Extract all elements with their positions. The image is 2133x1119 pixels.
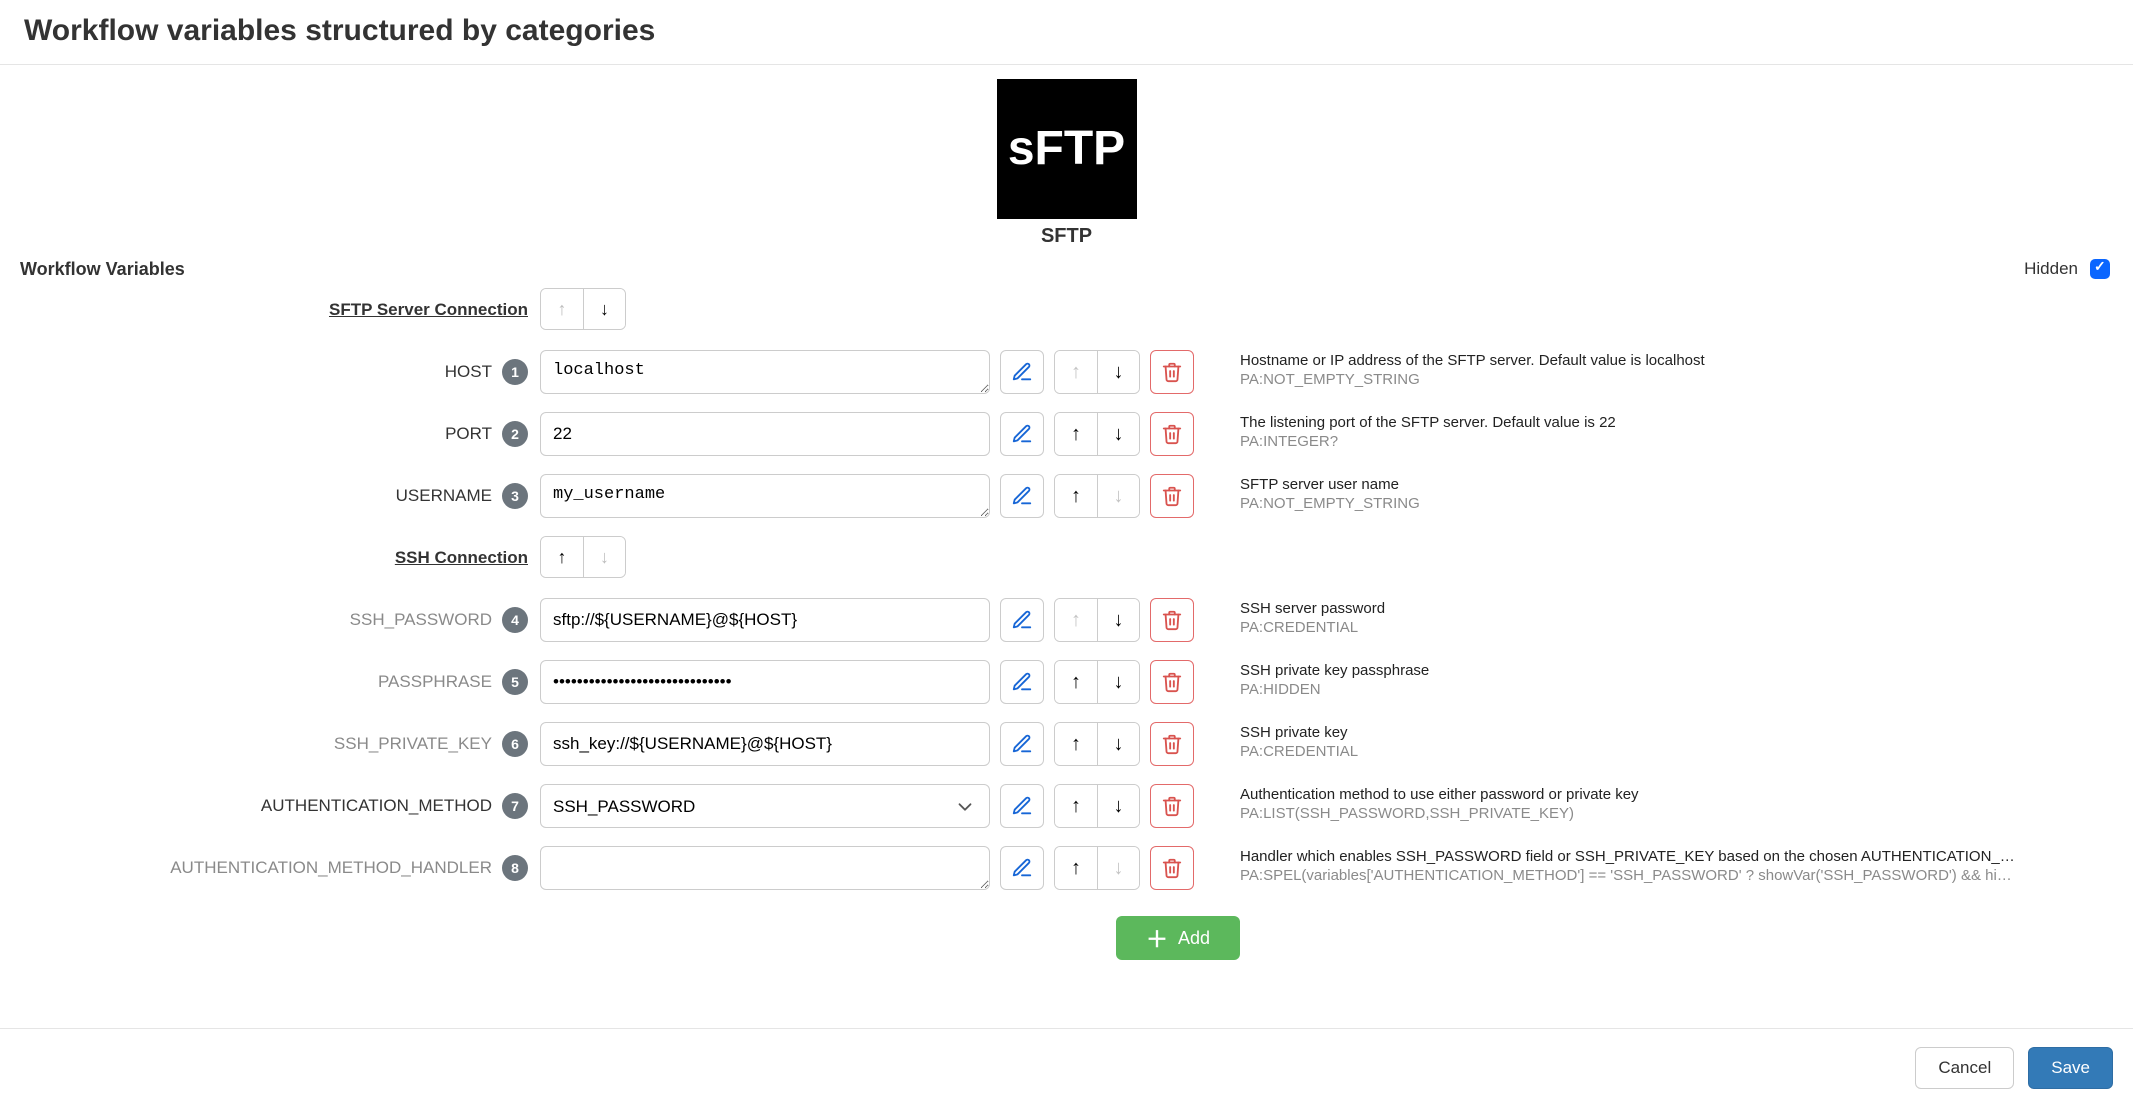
variable-label: HOST (445, 362, 492, 382)
delete-button[interactable] (1150, 722, 1194, 766)
edit-button[interactable] (1000, 784, 1044, 828)
variable-input[interactable] (540, 660, 990, 704)
variable-input[interactable] (540, 412, 990, 456)
variable-description: SSH server password (1240, 600, 2100, 617)
move-up-button[interactable]: ↑ (1055, 475, 1097, 517)
variable-meta: PA:INTEGER? (1240, 433, 2100, 450)
edit-button[interactable] (1000, 350, 1044, 394)
variable-description: SFTP server user name (1240, 476, 2100, 493)
variable-description: SSH private key passphrase (1240, 662, 2100, 679)
move-up-button[interactable]: ↑ (1055, 847, 1097, 889)
variable-index-badge: 8 (502, 855, 528, 881)
hidden-label: Hidden (2024, 259, 2078, 279)
delete-button[interactable] (1150, 598, 1194, 642)
variable-description: Handler which enables SSH_PASSWORD field… (1240, 848, 2100, 865)
edit-button[interactable] (1000, 660, 1044, 704)
move-up-button[interactable]: ↑ (1055, 723, 1097, 765)
variable-description: The listening port of the SFTP server. D… (1240, 414, 2100, 431)
move-down-button: ↓ (1097, 475, 1139, 517)
edit-button[interactable] (1000, 846, 1044, 890)
sftp-logo: sFTP (997, 79, 1137, 219)
logo-caption: SFTP (20, 225, 2113, 248)
variable-label: AUTHENTICATION_METHOD (261, 796, 492, 816)
variable-index-badge: 7 (502, 793, 528, 819)
variable-label: AUTHENTICATION_METHOD_HANDLER (170, 858, 492, 878)
edit-button[interactable] (1000, 598, 1044, 642)
variable-meta: PA:LIST(SSH_PASSWORD,SSH_PRIVATE_KEY) (1240, 805, 2100, 822)
variable-meta: PA:NOT_EMPTY_STRING (1240, 495, 2100, 512)
variable-meta: PA:SPEL(variables['AUTHENTICATION_METHOD… (1240, 867, 2100, 884)
plus-icon: ＋ (1146, 922, 1168, 954)
move-up-button[interactable]: ↑ (1055, 413, 1097, 455)
move-down-button[interactable]: ↓ (1097, 599, 1139, 641)
variable-index-badge: 2 (502, 421, 528, 447)
variable-meta: PA:CREDENTIAL (1240, 743, 2100, 760)
variable-input[interactable] (540, 846, 990, 890)
move-up-button[interactable]: ↑ (1055, 785, 1097, 827)
variable-description: Hostname or IP address of the SFTP serve… (1240, 352, 2100, 369)
group-move-down-button: ↓ (583, 537, 625, 577)
move-up-button: ↑ (1055, 351, 1097, 393)
delete-button[interactable] (1150, 660, 1194, 704)
edit-button[interactable] (1000, 722, 1044, 766)
move-down-button[interactable]: ↓ (1097, 351, 1139, 393)
variable-select[interactable]: SSH_PASSWORD (540, 784, 990, 828)
cancel-button[interactable]: Cancel (1915, 1047, 2014, 1089)
variable-label: PASSPHRASE (378, 672, 492, 692)
hidden-checkbox[interactable] (2090, 259, 2110, 279)
variable-index-badge: 4 (502, 607, 528, 633)
group-move-up-button: ↑ (541, 289, 583, 329)
move-down-button[interactable]: ↓ (1097, 413, 1139, 455)
variable-label: SSH_PRIVATE_KEY (334, 734, 492, 754)
variable-input[interactable]: localhost (540, 350, 990, 394)
variable-description: Authentication method to use either pass… (1240, 786, 2100, 803)
variable-index-badge: 5 (502, 669, 528, 695)
group-label: SSH Connection (395, 548, 528, 568)
variable-label: SSH_PASSWORD (350, 610, 492, 630)
variable-label: USERNAME (396, 486, 492, 506)
group-move-up-button[interactable]: ↑ (541, 537, 583, 577)
variable-input[interactable] (540, 722, 990, 766)
variable-label: PORT (445, 424, 492, 444)
edit-button[interactable] (1000, 412, 1044, 456)
section-label: Workflow Variables (20, 259, 185, 280)
move-down-button[interactable]: ↓ (1097, 785, 1139, 827)
move-up-button[interactable]: ↑ (1055, 661, 1097, 703)
edit-button[interactable] (1000, 474, 1044, 518)
variable-input[interactable] (540, 598, 990, 642)
save-button[interactable]: Save (2028, 1047, 2113, 1089)
move-down-button[interactable]: ↓ (1097, 661, 1139, 703)
variable-index-badge: 3 (502, 483, 528, 509)
divider (0, 64, 2133, 65)
move-up-button: ↑ (1055, 599, 1097, 641)
delete-button[interactable] (1150, 412, 1194, 456)
delete-button[interactable] (1150, 846, 1194, 890)
variable-meta: PA:HIDDEN (1240, 681, 2100, 698)
variable-description: SSH private key (1240, 724, 2100, 741)
variable-meta: PA:CREDENTIAL (1240, 619, 2100, 636)
delete-button[interactable] (1150, 350, 1194, 394)
variable-meta: PA:NOT_EMPTY_STRING (1240, 371, 2100, 388)
move-down-button: ↓ (1097, 847, 1139, 889)
group-move-down-button[interactable]: ↓ (583, 289, 625, 329)
delete-button[interactable] (1150, 474, 1194, 518)
add-button[interactable]: ＋Add (1116, 916, 1240, 960)
move-down-button[interactable]: ↓ (1097, 723, 1139, 765)
page-title: Workflow variables structured by categor… (24, 14, 2113, 48)
delete-button[interactable] (1150, 784, 1194, 828)
variable-input[interactable]: my_username (540, 474, 990, 518)
variable-index-badge: 6 (502, 731, 528, 757)
group-label: SFTP Server Connection (329, 300, 528, 320)
variable-index-badge: 1 (502, 359, 528, 385)
